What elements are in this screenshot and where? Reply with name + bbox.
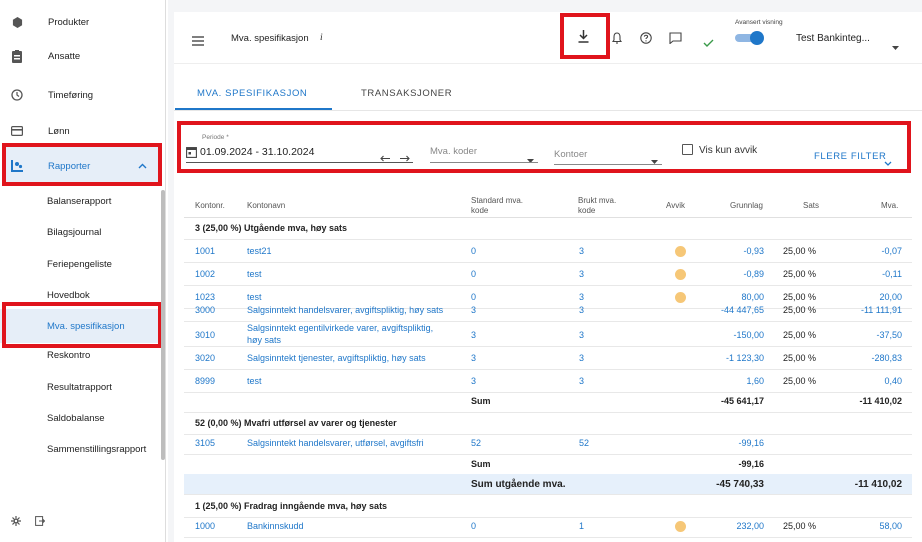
sum-row: Sum -45 641,17 -11 410,02 (184, 390, 912, 413)
table-row[interactable]: 3000 Salgsinntekt handelsvarer, avgiftsp… (184, 299, 912, 322)
mva-koder-chevron-icon (527, 150, 534, 168)
col-avvik[interactable]: Avvik (666, 201, 685, 211)
flere-filter-button[interactable]: FLERE FILTER (814, 151, 886, 162)
table-row[interactable]: 1000 Bankinnskudd 0 1 232,00 25,00 % 58,… (184, 515, 912, 538)
total-row: Sum utgående mva. -45 740,33 -11 410,02 (184, 474, 912, 495)
sum-row: Sum -99,16 (184, 453, 912, 476)
badge-icon (11, 49, 23, 63)
sidebar-sub-reskontro[interactable]: Reskontro (0, 340, 160, 370)
calendar-icon[interactable] (186, 145, 197, 163)
arrow-left-icon[interactable] (380, 149, 390, 167)
cube-icon (11, 16, 23, 28)
col-grunnlag[interactable]: Grunnlag (730, 201, 763, 211)
arrow-right-icon[interactable] (400, 149, 410, 167)
chevron-up-icon (138, 161, 147, 172)
sidebar-sub-feriepengeliste[interactable]: Feriepengeliste (0, 249, 160, 279)
kontoer-chevron-icon (651, 151, 658, 169)
chat-icon[interactable] (669, 31, 682, 49)
tab-transaksjoner[interactable]: TRANSAKSJONER (361, 88, 452, 99)
group-header: 3 (25,00 %) Utgående mva, høy sats (184, 217, 912, 240)
info-icon[interactable]: i (320, 33, 323, 43)
table-row[interactable]: 3020 Salgsinntekt tjenester, avgiftsplik… (184, 347, 912, 370)
check-icon (703, 34, 714, 52)
sidebar-divider (165, 0, 166, 542)
chevron-down-icon[interactable] (892, 37, 899, 55)
help-icon[interactable] (640, 31, 652, 49)
col-kontonr[interactable]: Kontonr. (195, 201, 225, 211)
clock-icon (11, 89, 23, 101)
period-input[interactable]: 01.09.2024 - 31.10.2024 (200, 146, 314, 158)
sidebar-item-rapporter[interactable]: Rapporter (0, 151, 168, 181)
table-row[interactable]: 3010 Salgsinntekt egentilvirkede varer, … (184, 322, 912, 347)
sidebar: Produkter Ansatte Timeføring Lønn Rappor… (0, 0, 168, 542)
period-underline (186, 162, 413, 163)
sidebar-sub-balanserapport[interactable]: Balanserapport (0, 186, 160, 216)
report-icon (11, 160, 23, 172)
company-selector[interactable]: Test Bankinteg... (796, 33, 870, 44)
tabs-divider (174, 110, 922, 111)
kontoer-underline (554, 164, 662, 165)
table-row[interactable]: 1001 test21 0 3 -0,93 25,00 % -0,07 (184, 240, 912, 263)
col-kontonavn[interactable]: Kontonavn (247, 201, 285, 211)
sidebar-item-lonn[interactable]: Lønn (0, 116, 168, 146)
col-standard-mva[interactable]: Standard mva. kode (471, 196, 541, 216)
bell-icon[interactable] (611, 31, 623, 49)
card-icon (11, 125, 23, 137)
col-sats[interactable]: Sats (803, 201, 819, 211)
sidebar-sub-bilagsjournal[interactable]: Bilagsjournal (0, 217, 160, 247)
sidebar-item-produkter[interactable]: Produkter (0, 7, 168, 37)
settings-icon[interactable] (11, 513, 21, 531)
col-mva[interactable]: Mva. (881, 201, 898, 211)
tab-mva-spesifikasjon[interactable]: MVA. SPESIFIKASJON (197, 88, 307, 99)
sidebar-sub-mva-spesifikasjon[interactable]: Mva. spesifikasjon (0, 309, 160, 343)
top-gutter (166, 0, 922, 12)
advanced-view-label: Avansert visning (735, 19, 783, 26)
warning-icon (675, 521, 686, 532)
logout-icon[interactable] (35, 513, 46, 531)
kontoer-select[interactable]: Kontoer (554, 149, 587, 160)
mva-koder-select[interactable]: Mva. koder (430, 146, 477, 157)
warning-icon (675, 269, 686, 280)
sidebar-sub-saldobalanse[interactable]: Saldobalanse (0, 403, 160, 433)
page-title: Mva. spesifikasjon (231, 33, 309, 44)
period-label: Periode * (202, 134, 229, 141)
table-row[interactable]: 1002 test 0 3 -0,89 25,00 % -0,11 (184, 263, 912, 286)
flere-filter-chevron-icon (884, 153, 892, 171)
sidebar-sub-resultatrapport[interactable]: Resultatrapport (0, 372, 160, 402)
sidebar-item-ansatte[interactable]: Ansatte (0, 41, 168, 71)
sidebar-sub-hovedbok[interactable]: Hovedbok (0, 280, 160, 310)
sidebar-sub-sammenstillingsrapport[interactable]: Sammenstillingsrapport (0, 434, 160, 464)
download-icon[interactable] (578, 30, 589, 48)
advanced-view-toggle[interactable] (733, 31, 764, 45)
col-brukt-mva[interactable]: Brukt mva. kode (578, 196, 628, 216)
warning-icon (675, 246, 686, 257)
mva-koder-underline (430, 162, 538, 163)
table-row[interactable]: 3105 Salgsinntekt handelsvarer, utførsel… (184, 432, 912, 455)
vis-kun-avvik-checkbox[interactable] (682, 144, 693, 155)
vis-kun-avvik-label: Vis kun avvik (699, 145, 758, 156)
sidebar-item-timeforing[interactable]: Timeføring (0, 80, 168, 110)
menu-icon[interactable] (192, 33, 204, 51)
topbar: Mva. spesifikasjon i Avansert visning Te… (174, 12, 922, 64)
